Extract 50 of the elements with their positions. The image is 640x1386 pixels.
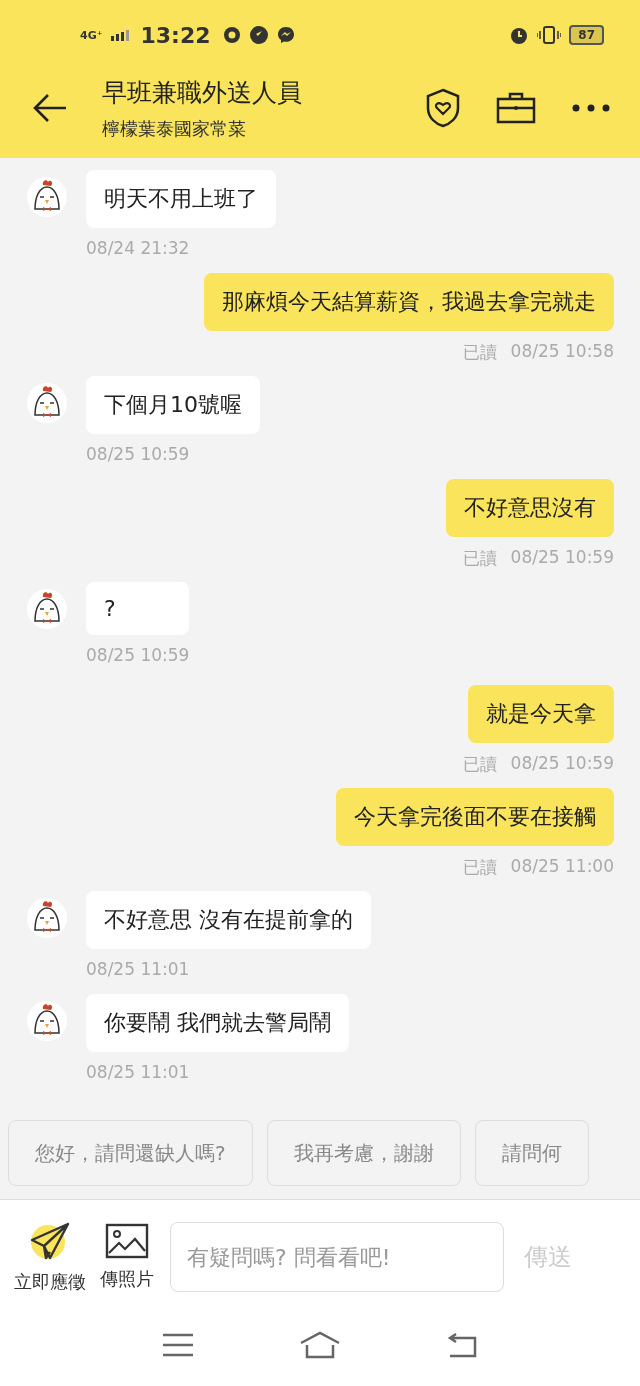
quick-reply-chip[interactable]: 我再考慮，謝謝 <box>266 1120 461 1186</box>
back-arrow-icon[interactable] <box>32 93 68 123</box>
message-bubble: 今天拿完後面不要在接觸 <box>336 788 614 846</box>
message-time: 08/25 11:01 <box>86 1062 191 1082</box>
home-icon[interactable] <box>299 1331 341 1359</box>
read-status: 已讀 <box>462 341 497 364</box>
chicken-avatar-icon <box>26 588 68 630</box>
read-status: 已讀 <box>462 856 497 879</box>
battery-icon: 87 <box>569 25 604 45</box>
apply-button[interactable]: 立即應徵 <box>12 1220 88 1294</box>
read-status: 已讀 <box>462 753 497 776</box>
message-time: 08/25 11:00 <box>510 856 614 878</box>
job-title: 早班兼職外送人員 <box>102 76 303 109</box>
chicken-avatar-icon <box>26 176 68 218</box>
more-icon[interactable] <box>572 104 610 112</box>
back-icon[interactable] <box>445 1332 478 1358</box>
message-input[interactable]: 有疑問嗎? 問看看吧! <box>170 1222 504 1292</box>
menu-icon[interactable] <box>162 1332 195 1358</box>
employer-name: 檸檬葉泰國家常菜 <box>102 116 247 141</box>
quick-reply-chip[interactable]: 請問何 <box>474 1120 589 1186</box>
message-bubble: 就是今天拿 <box>468 685 614 743</box>
message-time: 08/25 10:58 <box>510 341 614 363</box>
message-bubble: 那麻煩今天結算薪資，我過去拿完就走 <box>204 273 614 331</box>
briefcase-icon[interactable] <box>496 92 536 124</box>
send-photo-button[interactable]: 傳照片 <box>98 1223 156 1291</box>
message-bubble: 不好意思沒有 <box>446 479 614 537</box>
chicken-avatar-icon <box>26 1000 68 1042</box>
shield-heart-icon[interactable] <box>426 88 460 128</box>
network-label: 4G⁺ <box>80 28 103 42</box>
signal-icon <box>110 29 129 41</box>
chicken-avatar-icon <box>26 382 68 424</box>
clock-time: 13:22 <box>140 22 211 48</box>
message-bubble: 不好意思 沒有在提前拿的 <box>86 891 371 949</box>
chicken-avatar-icon <box>26 897 68 939</box>
vibrate-icon <box>537 26 562 44</box>
message-bubble: 你要鬧 我們就去警局鬧 <box>86 994 349 1052</box>
quick-reply-chip[interactable]: 您好，請問還缺人嗎? <box>8 1120 253 1186</box>
message-bubble: ? <box>86 582 190 635</box>
message-bubble: 下個月10號喔 <box>86 376 260 434</box>
message-time: 08/25 10:59 <box>86 444 191 464</box>
read-status: 已讀 <box>462 547 497 570</box>
alarm-icon <box>509 25 530 45</box>
messenger-icon <box>276 26 295 44</box>
message-time: 08/24 21:32 <box>86 238 191 258</box>
message-bubble: 明天不用上班了 <box>86 170 276 228</box>
message-time: 08/25 10:59 <box>510 547 614 569</box>
message-time: 08/25 11:01 <box>86 959 191 979</box>
image-icon <box>105 1223 149 1261</box>
message-time: 08/25 10:59 <box>86 645 190 665</box>
message-time: 08/25 10:59 <box>510 753 614 775</box>
